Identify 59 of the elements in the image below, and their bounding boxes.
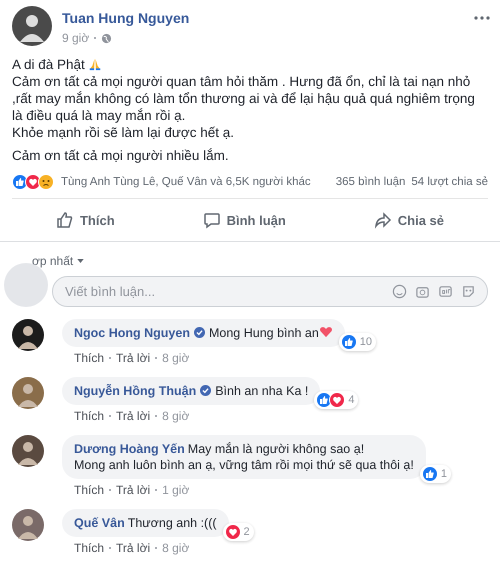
author-name[interactable]: Tuan Hung Nguyen xyxy=(62,10,190,26)
post-text: Cảm ơn tất cả mọi người quan tâm hỏi thăm . Hưng đã ổn, chỉ là tai nạn nhỏ ,rất may mắn không có làm tổn thương ai và để lại hậu quả quá nghiêm trọng là điều quá là may mắn rồi ạ. xyxy=(12,74,475,123)
emoji-icon[interactable] xyxy=(392,284,407,299)
gif-icon[interactable] xyxy=(438,284,453,299)
post-text: Cảm ơn tất cả mọi người nhiều lắm. xyxy=(12,148,229,163)
verified-badge-icon xyxy=(194,327,205,338)
like-reaction-icon xyxy=(340,334,357,350)
commenter-name[interactable]: Ngoc Hong Nguyen xyxy=(74,326,190,340)
reaction-count-badge[interactable]: 10 xyxy=(338,333,376,351)
commenter-name[interactable]: Quế Vân xyxy=(74,516,125,530)
thumbs-up-icon xyxy=(56,211,74,229)
sort-dropdown[interactable]: ợp nhất xyxy=(32,254,84,268)
like-reaction-icon xyxy=(422,466,438,482)
like-link[interactable]: Thích xyxy=(74,483,104,497)
like-link[interactable]: Thích xyxy=(74,541,104,555)
reaction-count-badge[interactable]: 1 xyxy=(420,465,451,483)
caret-icon xyxy=(76,259,84,263)
commenter-name[interactable]: Nguyễn Hồng Thuận xyxy=(74,384,196,398)
comment-time[interactable]: 1 giờ xyxy=(162,483,190,497)
speech-bubble-icon xyxy=(202,211,221,229)
share-action-button[interactable]: Chia sẻ xyxy=(364,205,454,235)
heart-reaction-icon xyxy=(224,524,241,540)
reactors-text[interactable]: Tùng Anh Tùng Lê, Quế Vân và 6,5K người khác xyxy=(61,176,311,188)
reply-link[interactable]: Trả lời xyxy=(116,483,150,497)
comment-action-button[interactable]: Bình luận xyxy=(192,205,296,235)
comment-time[interactable]: 8 giờ xyxy=(162,409,190,423)
avatar[interactable] xyxy=(12,6,52,46)
comment-text: Thương anh :((( xyxy=(128,516,217,530)
like-link[interactable]: Thích xyxy=(74,351,104,365)
reply-link[interactable]: Trả lời xyxy=(116,541,150,555)
post-text: A di đà Phật xyxy=(12,57,85,72)
like-link[interactable]: Thích xyxy=(74,409,104,423)
reply-link[interactable]: Trả lời xyxy=(116,409,150,423)
comment-input[interactable]: Viết bình luận... xyxy=(52,276,488,307)
avatar[interactable] xyxy=(12,435,44,467)
share-count[interactable]: 54 lượt chia sẻ xyxy=(411,176,488,188)
comment-text: Bình an nha Ka ! xyxy=(215,384,308,398)
post-time[interactable]: 9 giờ xyxy=(62,31,90,45)
like-action-button[interactable]: Thích xyxy=(46,205,125,235)
post-text: Khỏe mạnh rồi sẽ làm lại được hết ạ. xyxy=(12,125,234,140)
more-icon[interactable] xyxy=(474,16,490,20)
reaction-count-badge[interactable]: 2 xyxy=(222,523,254,541)
share-arrow-icon xyxy=(374,211,392,229)
verified-badge-icon xyxy=(200,385,212,396)
comment-text: Mong Hung bình an xyxy=(208,326,319,340)
comment-count[interactable]: 365 bình luận xyxy=(336,176,406,188)
globe-icon xyxy=(101,32,112,44)
sad-face-reaction-icon[interactable] xyxy=(38,174,54,190)
sticker-icon[interactable] xyxy=(461,284,476,299)
camera-icon[interactable] xyxy=(415,284,430,299)
heart-reaction-icon xyxy=(329,392,346,408)
reply-link[interactable]: Trả lời xyxy=(116,351,150,365)
comment-time[interactable]: 8 giờ xyxy=(162,541,190,555)
comment-text: May mắn là người không sao ạ! xyxy=(188,442,364,456)
avatar[interactable] xyxy=(12,319,44,351)
reaction-count-badge[interactable]: 4 xyxy=(314,391,358,409)
comment-text: Mong anh luôn bình an ạ, vững tâm rồi mọi thứ sẽ qua thôi ạ! xyxy=(74,457,414,473)
comment-time[interactable]: 8 giờ xyxy=(162,351,190,365)
commenter-name[interactable]: Dương Hoàng Yến xyxy=(74,442,185,456)
